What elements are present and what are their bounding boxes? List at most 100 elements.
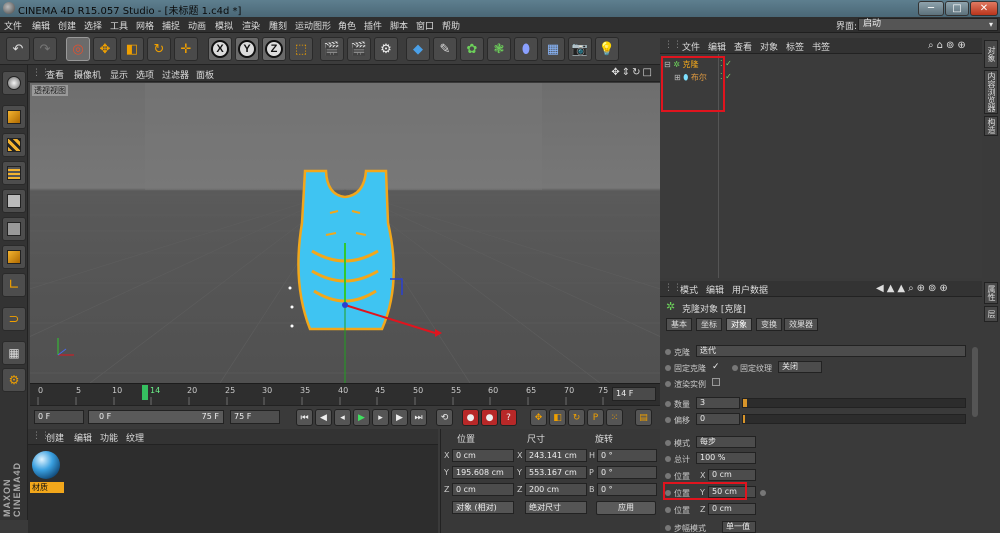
- right-tab-attributes[interactable]: 属性: [984, 282, 998, 304]
- record-position-icon[interactable]: ✥: [530, 409, 547, 426]
- mode-select[interactable]: 每步: [696, 436, 756, 448]
- current-frame-field[interactable]: 14 F: [612, 387, 656, 401]
- edges-mode-icon[interactable]: [2, 217, 26, 241]
- next-frame-icon[interactable]: ▸: [372, 409, 389, 426]
- menu-animate[interactable]: 动画: [188, 19, 206, 32]
- light-icon[interactable]: 💡: [595, 37, 619, 61]
- undo-icon[interactable]: ↶: [6, 37, 30, 61]
- scale-icon[interactable]: ◧: [120, 37, 144, 61]
- spline-pen-icon[interactable]: ✎: [433, 37, 457, 61]
- layout-select[interactable]: 启动: [858, 18, 998, 31]
- material-menu-texture[interactable]: 纹理: [126, 431, 144, 444]
- clone-position-x-field[interactable]: 0 cm: [708, 469, 756, 481]
- menu-tools[interactable]: 工具: [110, 19, 128, 32]
- camera-icon[interactable]: 📷: [568, 37, 592, 61]
- go-to-end-icon[interactable]: ⏭: [410, 409, 427, 426]
- keyframe-selection-icon[interactable]: ?: [500, 409, 517, 426]
- menu-mograph[interactable]: 运动图形: [295, 19, 331, 32]
- move-icon[interactable]: ✥: [93, 37, 117, 61]
- end-frame-field[interactable]: 75 F: [230, 410, 280, 424]
- menu-help[interactable]: 帮助: [442, 19, 460, 32]
- viewport-menu-options[interactable]: 选项: [136, 68, 154, 81]
- axis-mode-icon[interactable]: ∟: [2, 273, 26, 297]
- material-menu-edit[interactable]: 编辑: [74, 431, 92, 444]
- points-mode-icon[interactable]: [2, 189, 26, 213]
- object-menu-file[interactable]: 文件: [682, 40, 700, 53]
- attr-tab-coord[interactable]: 坐标: [696, 318, 722, 331]
- previous-key-icon[interactable]: ◀: [315, 409, 332, 426]
- position-y-field[interactable]: 195.608 cm: [452, 466, 514, 479]
- menu-file[interactable]: 文件: [4, 19, 22, 32]
- menu-window[interactable]: 窗口: [416, 19, 434, 32]
- render-settings-icon[interactable]: ⚙: [374, 37, 398, 61]
- right-tab-objects[interactable]: 对象: [984, 40, 998, 68]
- record-point-level-icon[interactable]: ⁙: [606, 409, 623, 426]
- menu-render[interactable]: 渲染: [242, 19, 260, 32]
- array-icon[interactable]: ❃: [487, 37, 511, 61]
- attribute-scrollbar[interactable]: [972, 347, 978, 417]
- play-icon[interactable]: ▶: [353, 409, 370, 426]
- right-tab-structure[interactable]: 构造: [984, 116, 998, 136]
- fixed-clone-checkbox[interactable]: ✓: [712, 362, 720, 372]
- rotation-p-field[interactable]: 0 °: [597, 466, 657, 479]
- menu-simulate[interactable]: 模拟: [215, 19, 233, 32]
- start-frame-field[interactable]: 0 F: [34, 410, 84, 424]
- apply-button[interactable]: 应用: [596, 501, 656, 515]
- object-menu-bookmarks[interactable]: 书签: [812, 40, 830, 53]
- render-instances-checkbox[interactable]: [712, 378, 720, 386]
- viewport-nav-icons[interactable]: ✥⇕↻□: [611, 67, 654, 78]
- attr-tab-transform[interactable]: 变换: [756, 318, 782, 331]
- tweak-mode-icon[interactable]: ⚙: [2, 368, 26, 392]
- material-name[interactable]: 材质: [30, 482, 64, 493]
- record-active-icon[interactable]: ●: [462, 409, 479, 426]
- viewport-menu-camera[interactable]: 摄像机: [74, 68, 101, 81]
- right-tab-content-browser[interactable]: 内容浏览器: [984, 70, 998, 114]
- snap-grid-icon[interactable]: ▦: [2, 341, 26, 365]
- menu-mesh[interactable]: 网格: [136, 19, 154, 32]
- menu-sculpt[interactable]: 雕刻: [269, 19, 287, 32]
- count-slider[interactable]: [742, 398, 966, 408]
- menu-plugins[interactable]: 插件: [364, 19, 382, 32]
- y-axis-lock-button[interactable]: Y: [235, 37, 259, 61]
- count-field[interactable]: 3: [696, 397, 740, 409]
- material-menu-create[interactable]: 创建: [46, 431, 64, 444]
- record-scale-icon[interactable]: ◧: [549, 409, 566, 426]
- menu-edit[interactable]: 编辑: [32, 19, 50, 32]
- attr-tab-basic[interactable]: 基本: [666, 318, 692, 331]
- live-select-icon[interactable]: ◎: [66, 37, 90, 61]
- rotate-icon[interactable]: ↻: [147, 37, 171, 61]
- previous-frame-icon[interactable]: ◂: [334, 409, 351, 426]
- position-x-field[interactable]: 0 cm: [452, 449, 514, 462]
- texture-mode-icon[interactable]: [2, 133, 26, 157]
- menu-character[interactable]: 角色: [338, 19, 356, 32]
- autokey-icon[interactable]: ●: [481, 409, 498, 426]
- workplane-mode-icon[interactable]: [2, 161, 26, 185]
- maximize-button[interactable]: □: [945, 1, 969, 16]
- total-field[interactable]: 100 %: [696, 452, 756, 464]
- close-button[interactable]: ✕: [970, 1, 998, 16]
- object-menu-edit[interactable]: 编辑: [708, 40, 726, 53]
- object-menu-view[interactable]: 查看: [734, 40, 752, 53]
- right-tab-layers[interactable]: 层: [984, 306, 998, 322]
- offset-field[interactable]: 0: [696, 413, 740, 425]
- position-z-field[interactable]: 0 cm: [452, 483, 514, 496]
- deformer-icon[interactable]: ⬮: [514, 37, 538, 61]
- object-search-icons[interactable]: ⌕⌂⊚⊕: [928, 40, 969, 51]
- x-axis-lock-button[interactable]: X: [208, 37, 232, 61]
- size-x-field[interactable]: 243.141 cm: [525, 449, 587, 462]
- timeline-settings-icon[interactable]: ▤: [635, 409, 652, 426]
- attribute-menu-mode[interactable]: 模式: [680, 283, 698, 296]
- fixed-texture-select[interactable]: 关闭: [778, 361, 822, 373]
- clone-position-z-field[interactable]: 0 cm: [708, 503, 756, 515]
- viewport-menu-panel[interactable]: 面板: [196, 68, 214, 81]
- viewport-menu-display[interactable]: 显示: [110, 68, 128, 81]
- frame-range-slider[interactable]: 0 F 75 F: [88, 410, 224, 424]
- size-mode-select[interactable]: 绝对尺寸: [525, 501, 587, 514]
- coordinate-mode-select[interactable]: 对象 (相对): [452, 501, 514, 514]
- viewport-menu-filter[interactable]: 过滤器: [162, 68, 189, 81]
- menu-create[interactable]: 创建: [58, 19, 76, 32]
- last-tool-icon[interactable]: ✛: [174, 37, 198, 61]
- magnet-icon[interactable]: ⊃: [2, 307, 26, 331]
- redo-icon[interactable]: ↷: [33, 37, 57, 61]
- cube-primitive-icon[interactable]: ◆: [406, 37, 430, 61]
